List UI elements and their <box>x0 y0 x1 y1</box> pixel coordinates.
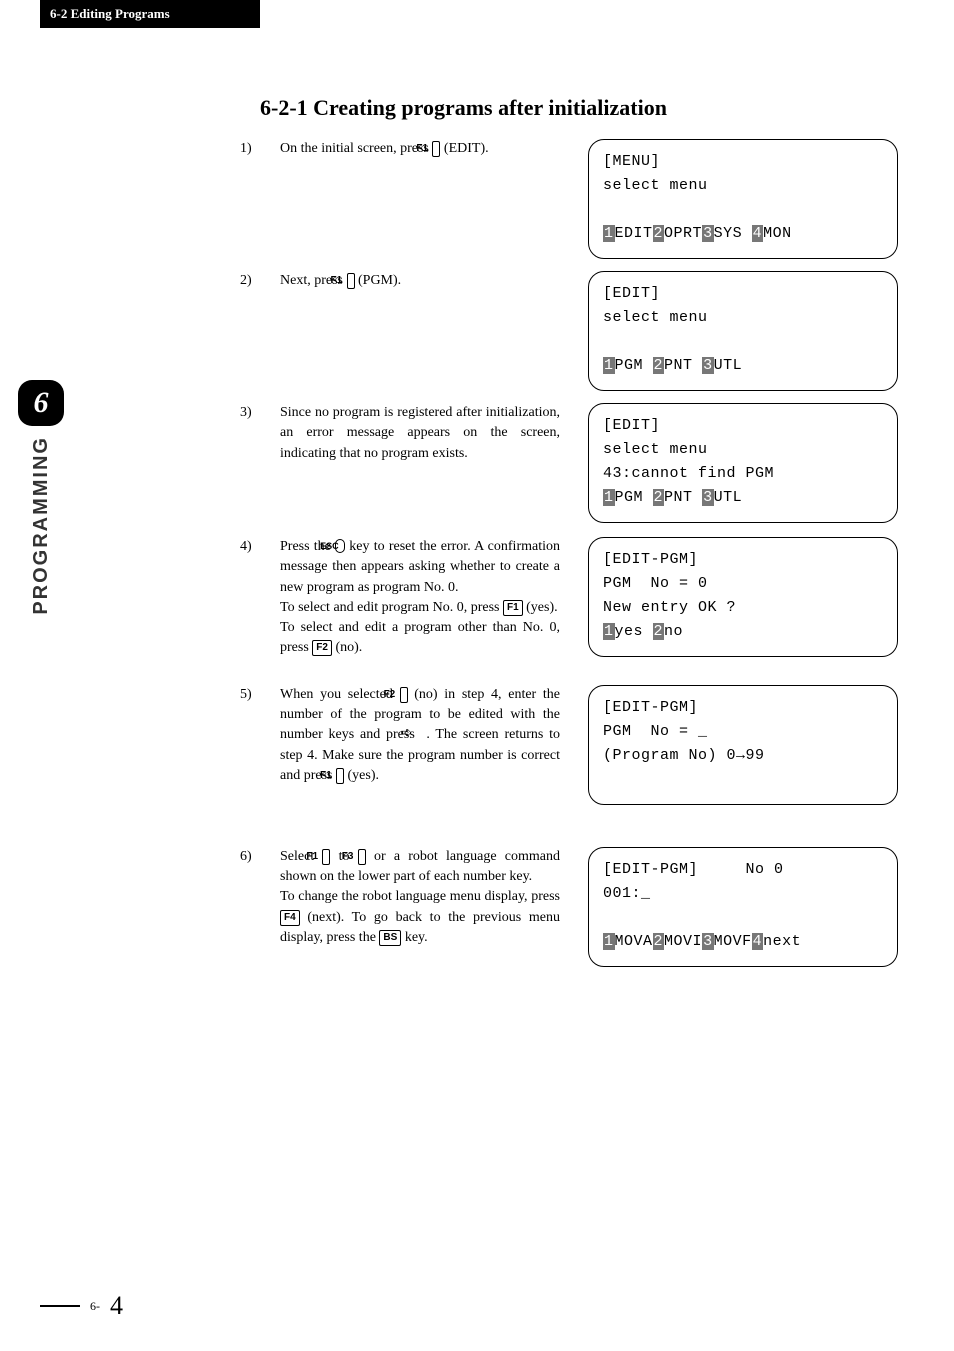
step-5: 5)When you selected F2 (no) in step 4, e… <box>260 685 920 805</box>
footer-rule <box>40 1305 80 1307</box>
p2-post: key. <box>401 930 427 945</box>
softkey-number: 2 <box>653 225 665 242</box>
screen-line <box>603 198 883 222</box>
p2-post: (yes). <box>523 600 558 615</box>
screen-line: New entry OK ? <box>603 596 883 620</box>
screen-line: [EDIT-PGM] <box>603 696 883 720</box>
screen-line: 1EDIT2OPRT3SYS 4MON <box>603 222 883 246</box>
screen-line: (Program No) 0→99 <box>603 744 883 768</box>
screen-line: select menu <box>603 438 883 462</box>
screen-line <box>603 768 883 792</box>
step-5-text: 5)When you selected F2 (no) in step 4, e… <box>260 685 560 786</box>
softkey-number: 1 <box>603 225 615 242</box>
softkey-number: 3 <box>702 225 714 242</box>
keycap-f3: F3 <box>358 849 366 865</box>
screen-line <box>603 330 883 354</box>
screen-2: [EDIT]select menu 1PGM 2PNT 3UTL <box>588 271 898 391</box>
softkey-number: 2 <box>653 489 665 506</box>
keycap-f1: F1 <box>503 600 523 616</box>
screen-line: [MENU] <box>603 150 883 174</box>
chapter-side-tab: 6 PROGRAMMING <box>18 380 64 615</box>
screen-3: [EDIT]select menu43:cannot find PGM1PGM … <box>588 403 898 523</box>
softkey-number: 2 <box>653 357 665 374</box>
screen-line: PGM No = _ <box>603 720 883 744</box>
page-content: 6-2-1 Creating programs after initializa… <box>260 95 920 967</box>
p2-pre: To change the robot language menu displa… <box>280 889 560 904</box>
softkey-number: 1 <box>603 489 615 506</box>
chapter-label: PROGRAMMING <box>30 436 53 615</box>
screen-5: [EDIT-PGM]PGM No = _(Program No) 0→99 <box>588 685 898 805</box>
screen-line: [EDIT] <box>603 282 883 306</box>
step-1: 1)On the initial screen, press F1 (EDIT)… <box>260 139 920 259</box>
step-num: 2) <box>260 271 280 291</box>
step-num: 5) <box>260 685 280 705</box>
p1-pre: When you selected <box>280 687 400 702</box>
softkey-number: 1 <box>603 933 615 950</box>
screen-line: select menu <box>603 174 883 198</box>
screen-line: 001:_ <box>603 882 883 906</box>
screen-line: PGM No = 0 <box>603 572 883 596</box>
softkey-number: 1 <box>603 357 615 374</box>
p1-tail: (yes). <box>344 768 379 783</box>
step-num: 3) <box>260 403 280 423</box>
page-footer: 6- 4 <box>40 1291 123 1321</box>
p2-pre: To select and edit program No. 0, press <box>280 600 503 615</box>
step-4: 4)Press the ESC key to reset the error. … <box>260 537 920 659</box>
softkey-number: 1 <box>603 623 615 640</box>
step-6-text: 6)Select F1 to F3 or a robot language co… <box>260 847 560 948</box>
step-body: Since no program is registered after ini… <box>280 405 560 461</box>
keycap-bs: BS <box>379 930 401 946</box>
breadcrumb-header: 6-2 Editing Programs <box>40 0 260 28</box>
screen-line: [EDIT-PGM] <box>603 548 883 572</box>
page-prefix: 6- <box>90 1299 100 1314</box>
step-num: 1) <box>260 139 280 159</box>
screen-line: select menu <box>603 306 883 330</box>
step-1-text: 1)On the initial screen, press F1 (EDIT)… <box>260 139 560 159</box>
step-pre: On the initial screen, press <box>280 141 432 156</box>
keycap-f1: F1 <box>347 273 355 289</box>
screen-line: 1PGM 2PNT 3UTL <box>603 354 883 378</box>
keycap-f2: F2 <box>400 687 408 703</box>
softkey-number: 2 <box>653 623 665 640</box>
screen-1: [MENU]select menu 1EDIT2OPRT3SYS 4MON <box>588 139 898 259</box>
screen-line: 1yes 2no <box>603 620 883 644</box>
keycap-esc: ESC <box>335 539 345 553</box>
keycap-f1: F1 <box>336 768 344 784</box>
p3-post: (no). <box>332 640 362 655</box>
screen-line: [EDIT-PGM] No 0 <box>603 858 883 882</box>
screen-line: [EDIT] <box>603 414 883 438</box>
page-number: 4 <box>110 1291 123 1321</box>
step-4-text: 4)Press the ESC key to reset the error. … <box>260 537 560 659</box>
keycap-f4: F4 <box>280 910 300 926</box>
chapter-number: 6 <box>18 380 64 426</box>
screen-line <box>603 906 883 930</box>
step-post: (EDIT). <box>440 141 488 156</box>
screen-line: 1PGM 2PNT 3UTL <box>603 486 883 510</box>
step-num: 6) <box>260 847 280 867</box>
step-post: (PGM). <box>355 273 402 288</box>
step-2-text: 2)Next, press F1 (PGM). <box>260 271 560 291</box>
softkey-number: 3 <box>702 489 714 506</box>
step-num: 4) <box>260 537 280 557</box>
screen-line: 43:cannot find PGM <box>603 462 883 486</box>
step-2: 2)Next, press F1 (PGM). [EDIT]select men… <box>260 271 920 391</box>
step-3: 3)Since no program is registered after i… <box>260 403 920 523</box>
screen-6: [EDIT-PGM] No 0001:_ 1MOVA2MOVI3MOVF4nex… <box>588 847 898 967</box>
softkey-number: 3 <box>702 357 714 374</box>
softkey-number: 4 <box>752 225 764 242</box>
keycap-f2: F2 <box>312 640 332 656</box>
softkey-number: 3 <box>702 933 714 950</box>
screen-4: [EDIT-PGM]PGM No = 0New entry OK ?1yes 2… <box>588 537 898 657</box>
section-title: 6-2-1 Creating programs after initializa… <box>260 95 920 121</box>
step-3-text: 3)Since no program is registered after i… <box>260 403 560 464</box>
step-6: 6)Select F1 to F3 or a robot language co… <box>260 847 920 967</box>
softkey-number: 2 <box>653 933 665 950</box>
screen-line: 1MOVA2MOVI3MOVF4next <box>603 930 883 954</box>
softkey-number: 4 <box>752 933 764 950</box>
